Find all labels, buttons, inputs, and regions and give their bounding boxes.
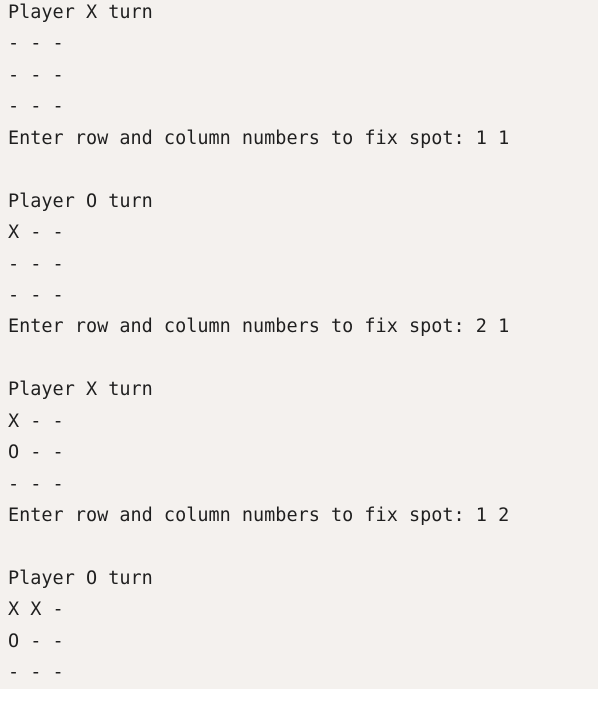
board-row: - - - [8,64,64,86]
input-prompt: Enter row and column numbers to fix spot… [8,316,510,338]
board-row: - - - [8,96,64,118]
console-output: Player X turn - - - - - - - - - Enter ro… [0,0,598,689]
input-prompt: Enter row and column numbers to fix spot… [8,127,510,149]
board-row: X - - [8,222,64,244]
turn-heading: Player X turn [8,379,153,401]
board-row: O - - [8,442,64,464]
turn-heading: Player O turn [8,190,153,212]
board-row: - - - [8,473,64,495]
board-row: O - - [8,630,64,652]
board-row: - - - [8,33,64,55]
board-row: X X - [8,599,64,621]
board-row: - - - [8,284,64,306]
board-row: - - - [8,253,64,275]
input-prompt: Enter row and column numbers to fix spot… [8,505,510,526]
turn-heading: Player O turn [8,567,153,589]
board-row: X - - [8,410,64,432]
turn-heading: Player X turn [8,2,153,23]
board-row: - - - [8,662,64,684]
